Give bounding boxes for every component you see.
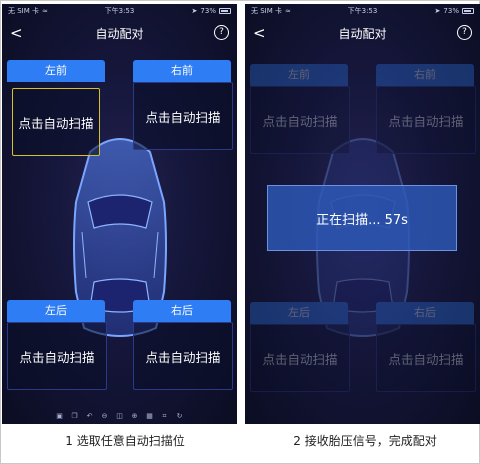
phone-screen-1: 无 SIM 卡 ≈ 下午3:53 ➤ 73% < 自动配对 ? 左前 右前 点击… — [2, 4, 237, 424]
carrier-text: 无 SIM 卡 — [251, 7, 282, 15]
help-icon[interactable]: ? — [214, 25, 229, 40]
image-toolbar: ▣ ❐ ↶ ⊖ ◫ ⊕ ▦ ⌗ ↻ — [2, 408, 237, 424]
save-icon[interactable]: ▣ — [56, 412, 64, 420]
location-icon: ➤ — [434, 7, 441, 15]
undo-icon[interactable]: ↶ — [86, 412, 94, 420]
crop-icon[interactable]: ⌗ — [161, 412, 169, 420]
tab-rear-left[interactable]: 左后 — [7, 300, 105, 322]
slot-rear-left[interactable]: 点击自动扫描 — [7, 322, 107, 390]
battery-icon — [461, 8, 474, 14]
back-chevron-icon[interactable]: < — [253, 24, 271, 42]
carrier-text: 无 SIM 卡 — [8, 7, 39, 15]
status-time: 下午3:53 — [347, 7, 378, 15]
status-time: 下午3:53 — [104, 7, 135, 15]
page-title: 自动配对 — [95, 26, 144, 41]
rotate-icon[interactable]: ↻ — [176, 412, 184, 420]
battery-percent: 73% — [443, 7, 459, 15]
slot-rear-right[interactable]: 点击自动扫描 — [133, 322, 233, 390]
battery-icon — [218, 8, 231, 14]
status-bar: 无 SIM 卡 ≈ 下午3:53 ➤ 73% — [2, 4, 237, 18]
reset-icon[interactable]: ◫ — [116, 412, 124, 420]
battery-percent: 73% — [200, 7, 216, 15]
wifi-icon: ≈ — [285, 7, 291, 15]
tab-front-right[interactable]: 右前 — [133, 60, 231, 82]
tab-rear-left: 左后 — [250, 302, 348, 324]
location-icon: ➤ — [191, 7, 198, 15]
scanning-dialog: 正在扫描... 57s — [267, 185, 457, 251]
slot-front-left: 点击自动扫描 — [250, 86, 350, 154]
back-chevron-icon[interactable]: < — [10, 24, 28, 42]
tab-front-right: 右前 — [376, 64, 474, 86]
tab-rear-right: 右后 — [376, 302, 474, 324]
tab-front-left[interactable]: 左前 — [7, 60, 105, 82]
help-icon[interactable]: ? — [457, 25, 472, 40]
nav-bar: < 自动配对 ? — [245, 18, 480, 48]
zoom-in-icon[interactable]: ⊕ — [131, 412, 139, 420]
nav-bar: < 自动配对 ? — [2, 18, 237, 48]
page-title: 自动配对 — [338, 26, 387, 41]
slot-front-right[interactable]: 点击自动扫描 — [133, 82, 233, 150]
phone-screen-2: 无 SIM 卡 ≈ 下午3:53 ➤ 73% < 自动配对 ? 左前 右前 点击… — [245, 4, 480, 424]
grid-icon[interactable]: ▦ — [146, 412, 154, 420]
slot-rear-right: 点击自动扫描 — [376, 324, 476, 392]
slot-front-right: 点击自动扫描 — [376, 86, 476, 154]
wifi-icon: ≈ — [42, 7, 48, 15]
slot-front-left[interactable]: 点击自动扫描 — [12, 88, 100, 156]
copy-icon[interactable]: ❐ — [71, 412, 79, 420]
slot-rear-left: 点击自动扫描 — [250, 324, 350, 392]
caption-step-1: 1 选取任意自动扫描位 — [65, 434, 185, 448]
zoom-out-icon[interactable]: ⊖ — [101, 412, 109, 420]
tab-front-left: 左前 — [250, 64, 348, 86]
tab-rear-right[interactable]: 右后 — [133, 300, 231, 322]
caption-step-2: 2 接收胎压信号，完成配对 — [293, 434, 437, 448]
status-bar: 无 SIM 卡 ≈ 下午3:53 ➤ 73% — [245, 4, 480, 18]
